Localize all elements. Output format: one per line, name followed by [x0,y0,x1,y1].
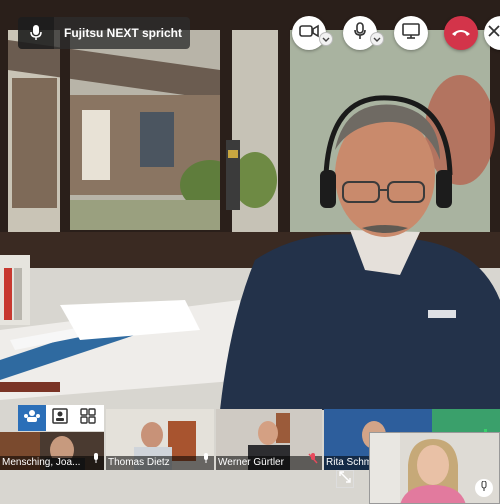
speaking-label: Fujitsu NEXT spricht [64,26,183,40]
participant-name: Mensching, Joa... [0,456,104,470]
chevron-down-icon [373,30,381,48]
participant-tile[interactable]: Mensching, Joa... [0,432,104,470]
hang-up-icon [451,24,471,42]
self-microphone-button[interactable] [475,479,493,497]
speaker-view-button[interactable] [46,405,74,431]
video-camera-icon [299,24,319,43]
participants-view-button[interactable] [18,405,46,431]
expand-icon [339,470,351,488]
layout-switcher [18,405,104,431]
self-view[interactable] [369,432,500,504]
participant-name: Thomas Dietz [106,456,214,470]
participant-tile[interactable]: Werner Gürtler [216,409,322,470]
microphone-options-caret[interactable] [370,32,384,46]
microphone-icon [480,479,488,497]
close-icon [488,24,500,42]
speaker-view-icon [52,407,68,429]
chevron-down-icon [322,30,330,48]
participant-name: Werner Gürtler [216,456,322,470]
microphone-icon [92,451,100,469]
gallery-view-button[interactable] [74,405,102,431]
monitor-icon [402,22,420,44]
camera-options-caret[interactable] [319,32,333,46]
participant-tile[interactable]: Thomas Dietz [106,409,214,470]
speaking-indicator: Fujitsu NEXT spricht [18,17,190,49]
hang-up-button[interactable] [444,16,478,50]
microphone-icon [353,21,367,45]
participants-icon [23,409,41,428]
muted-microphone-icon [308,451,318,469]
expand-button[interactable] [336,470,354,488]
gallery-grid-icon [80,407,96,429]
microphone-icon [18,17,54,49]
microphone-icon [202,451,210,469]
share-screen-button[interactable] [394,16,428,50]
